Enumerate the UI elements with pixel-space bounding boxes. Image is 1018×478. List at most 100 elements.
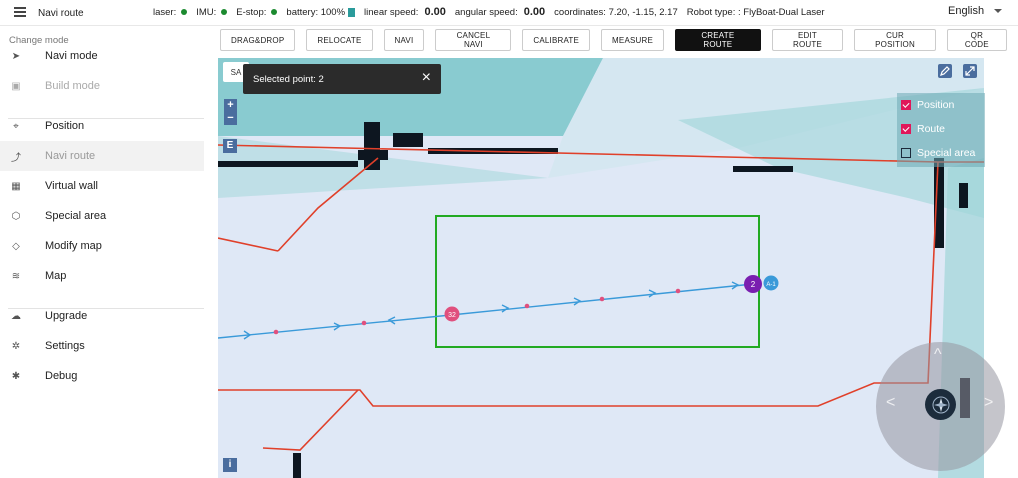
drag-and-drop-button[interactable]: DRAG&DROP [220, 29, 296, 51]
divider-1 [8, 118, 204, 119]
toast-text: Selected point: 2 [253, 73, 324, 85]
coordinates-value: 7.20, -1.15, 2.17 [608, 6, 678, 18]
wall-icon: ▦ [11, 180, 21, 192]
relocate-button[interactable]: RELOCATE [306, 29, 373, 51]
sidebar-item-position[interactable]: ⌖ Position [0, 111, 204, 141]
route-start-label: 32 [448, 312, 456, 319]
sidebar-item-settings[interactable]: ✲ Settings [0, 331, 204, 361]
sidebar-item-virtual-wall[interactable]: ▦ Virtual wall [0, 171, 204, 201]
cur-position-button[interactable]: CUR POSITION [854, 29, 936, 51]
sidebar-item-modify-map[interactable]: ◇ Modify map [0, 231, 204, 261]
sidebar-item-build-mode[interactable]: ▣ Build mode [0, 71, 204, 101]
map-canvas[interactable]: 32 2 A-1 [218, 58, 984, 478]
e-button[interactable]: E [223, 139, 237, 153]
sidebar-item-upgrade[interactable]: ☁ Upgrade [0, 301, 204, 331]
sidebar-item-special-area[interactable]: ⬡ Special area [0, 201, 204, 231]
joystick-handle[interactable] [925, 389, 956, 420]
layer-label: Special area [917, 147, 976, 159]
coordinates-label: coordinates: [554, 6, 606, 18]
sidebar-item-map[interactable]: ≋ Map [0, 261, 204, 291]
create-route-button[interactable]: CREATE ROUTE [675, 29, 761, 51]
layer-toggle-special-area[interactable]: Special area [901, 147, 975, 159]
wall-line [262, 389, 359, 451]
joystick-up-icon[interactable]: ^ [934, 346, 942, 364]
battery-status: battery: 100% [286, 6, 356, 18]
route-waypoint[interactable] [599, 296, 605, 302]
route-waypoint[interactable] [361, 320, 367, 326]
selection-box[interactable] [435, 215, 760, 348]
robot-type: Robot type: : FlyBoat-Dual Laser [687, 7, 825, 18]
bug-icon: ✱ [11, 370, 21, 382]
layer-label: Route [917, 123, 946, 135]
battery-icon [348, 7, 356, 17]
layer-toggle-position[interactable]: Position [901, 99, 954, 111]
sidebar-item-debug[interactable]: ✱ Debug [0, 361, 204, 391]
calibrate-button[interactable]: CALIBRATE [522, 29, 591, 51]
chevron-down-icon [994, 9, 1003, 13]
qr-code-button[interactable]: QR CODE [946, 29, 1007, 51]
robot-type-label: Robot type: : [686, 6, 741, 18]
sidebar-item-label: Build mode [45, 80, 101, 92]
route-waypoint[interactable] [273, 329, 279, 335]
selected-point-toast: Selected point: 2 × [243, 64, 441, 94]
layer-panel: Position Route Special area [897, 93, 985, 167]
edit-route-button[interactable]: EDIT ROUTE [771, 29, 844, 51]
linear-speed-value: 0.00 [424, 6, 446, 18]
imu-label: IMU: [196, 6, 217, 18]
battery-value: 100% [320, 6, 346, 18]
sidebar-item-label: Virtual wall [45, 180, 98, 192]
compass-icon [932, 396, 949, 413]
layers-icon: ≋ [11, 270, 21, 282]
route-end-label: 2 [751, 280, 756, 289]
obstacle-blob [293, 453, 301, 478]
route-icon: ⤴ [11, 152, 21, 164]
sidebar-item-label: Debug [45, 370, 78, 382]
sidebar-item-label: Upgrade [45, 310, 88, 322]
hamburger-menu-icon[interactable] [14, 7, 26, 17]
info-button[interactable]: i [223, 458, 237, 472]
layer-toggle-route[interactable]: Route [901, 123, 945, 135]
sidebar: Change mode ➤ Navi mode ▣ Build mode ⌖ Positi… [0, 26, 208, 478]
robot-type-value: FlyBoat-Dual Laser [743, 6, 825, 18]
wall-line [218, 237, 279, 252]
layer-label: Position [917, 99, 955, 111]
pencil-icon[interactable] [938, 64, 952, 78]
checkbox-icon[interactable] [901, 148, 911, 158]
joystick-right-icon[interactable]: > [984, 394, 993, 412]
obstacle-blob [959, 183, 968, 208]
fullscreen-icon[interactable] [963, 64, 977, 78]
estop-label: E-stop: [236, 6, 267, 18]
route-waypoint[interactable] [675, 288, 681, 294]
checkbox-icon[interactable] [901, 100, 911, 110]
language-value: English [948, 5, 985, 17]
laser-label: laser: [153, 6, 177, 18]
robot-label: A-1 [766, 282, 776, 288]
estop-status: E-stop: [236, 6, 278, 18]
linear-speed-label: linear speed: [364, 6, 419, 18]
sidebar-item-label: Modify map [45, 240, 102, 252]
area-icon: ⬡ [11, 210, 21, 222]
wall-line [218, 161, 939, 407]
zoom-in-button[interactable]: + [224, 99, 237, 112]
map-drawing: 32 2 A-1 [218, 58, 984, 478]
route-line [218, 283, 754, 339]
close-icon[interactable]: × [422, 70, 431, 86]
sidebar-item-navi-mode[interactable]: ➤ Navi mode [0, 41, 204, 71]
checkbox-icon[interactable] [901, 124, 911, 134]
sidebar-item-navi-route[interactable]: ⤴ Navi route [0, 141, 204, 171]
zoom-out-button[interactable]: − [224, 112, 237, 125]
route-waypoint[interactable] [524, 303, 530, 309]
sidebar-item-label: Position [45, 120, 85, 132]
imu-ok-icon [221, 9, 228, 15]
imu-status: IMU: [196, 6, 228, 18]
page-title: Navi route [38, 8, 84, 19]
location-pin-icon: ⌖ [13, 120, 19, 132]
joystick-left-icon[interactable]: < [886, 394, 895, 412]
joystick[interactable]: ^ < > [876, 342, 1005, 471]
language-select[interactable]: English [948, 5, 1003, 17]
cancel-navi-button[interactable]: CANCEL NAVI [435, 29, 512, 51]
navi-button[interactable]: NAVI [383, 29, 425, 51]
laser-ok-icon [181, 9, 188, 15]
measure-button[interactable]: MEASURE [601, 29, 665, 51]
obstacle-wall-segment [218, 161, 358, 167]
